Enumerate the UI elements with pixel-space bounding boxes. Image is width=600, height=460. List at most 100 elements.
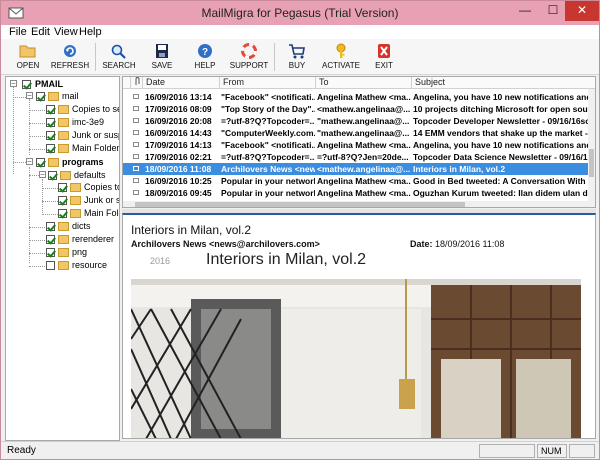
- status-bar: Ready NUM: [1, 441, 599, 459]
- expand-toggle[interactable]: –: [26, 158, 33, 165]
- mail-preview-pane: Interiors in Milan, vol.2 Archilovers Ne…: [122, 213, 596, 439]
- mail-status-icon: [133, 94, 139, 99]
- column-header-date[interactable]: Date: [143, 77, 220, 89]
- preview-subject: Interiors in Milan, vol.2: [131, 223, 252, 237]
- title-bar[interactable]: MailMigra for Pegasus (Trial Version) — …: [1, 1, 599, 25]
- folder-icon: [58, 261, 69, 270]
- app-window: MailMigra for Pegasus (Trial Version) — …: [0, 0, 600, 460]
- checkbox[interactable]: [58, 196, 67, 205]
- open-button[interactable]: OPEN: [7, 41, 49, 73]
- refresh-label: REFRESH: [50, 61, 90, 70]
- menu-help[interactable]: Help: [79, 26, 102, 38]
- support-label: SUPPORT: [229, 61, 269, 70]
- checkbox[interactable]: [58, 183, 67, 192]
- folder-tree: – PMAIL – mail Copies to self imc-3e9: [5, 76, 120, 441]
- refresh-button[interactable]: REFRESH: [49, 41, 91, 73]
- checkbox[interactable]: [46, 144, 55, 153]
- search-label: SEARCH: [102, 61, 136, 70]
- mail-row[interactable]: 16/09/2016 10:25 Popular in your network…: [123, 175, 589, 187]
- checkbox[interactable]: [58, 209, 67, 218]
- buy-button[interactable]: BUY: [276, 41, 318, 73]
- folder-icon: [58, 131, 69, 140]
- mail-row[interactable]: 17/09/2016 02:21 =?utf-8?Q?Topcoder=... …: [123, 151, 589, 163]
- save-button[interactable]: SAVE: [141, 41, 183, 73]
- attachment-icon: [135, 77, 140, 85]
- mail-list-header: Date From To Subject: [123, 77, 595, 89]
- menu-edit[interactable]: Edit: [31, 26, 50, 38]
- activate-button[interactable]: ACTIVATE: [320, 41, 362, 73]
- checkbox[interactable]: [46, 222, 55, 231]
- maximize-button[interactable]: ☐: [539, 1, 567, 21]
- buy-label: BUY: [288, 61, 306, 70]
- status-panel-empty: [569, 444, 595, 458]
- checkbox[interactable]: [46, 131, 55, 140]
- save-icon: [156, 44, 168, 58]
- mail-row[interactable]: 16/09/2016 14:43 "ComputerWeekly.com... …: [123, 127, 589, 139]
- menu-file[interactable]: File: [9, 26, 27, 38]
- scroll-thumb[interactable]: [135, 202, 465, 207]
- mail-row[interactable]: 18/09/2016 09:45 Popular in your network…: [123, 187, 588, 199]
- svg-text:?: ?: [202, 47, 208, 58]
- mail-status-icon: [133, 142, 139, 147]
- mail-status-icon: [133, 154, 139, 159]
- search-button[interactable]: SEARCH: [98, 41, 140, 73]
- checkbox[interactable]: [22, 80, 31, 89]
- mail-status-icon: [133, 166, 139, 171]
- toolbar: OPEN REFRESH SEARCH SAVE ? HELP SUPPORT …: [1, 39, 599, 75]
- checkbox[interactable]: [46, 248, 55, 257]
- expand-toggle[interactable]: –: [26, 92, 33, 99]
- mail-status-icon: [133, 178, 139, 183]
- close-button[interactable]: ✕: [565, 1, 599, 21]
- mail-list-vertical-scrollbar[interactable]: [588, 89, 595, 207]
- folder-icon: [48, 92, 59, 101]
- checkbox[interactable]: [46, 118, 55, 127]
- column-header-flag[interactable]: [131, 77, 143, 89]
- scroll-thumb[interactable]: [589, 149, 594, 177]
- mail-row[interactable]: 17/09/2016 14:13 "Facebook" <notificati.…: [123, 139, 589, 151]
- checkbox[interactable]: [36, 158, 45, 167]
- expand-toggle[interactable]: –: [10, 80, 17, 87]
- exit-button[interactable]: EXIT: [363, 41, 405, 73]
- folder-icon: [58, 144, 69, 153]
- mail-row[interactable]: 16/09/2016 13:14 "Facebook" <notificati.…: [123, 91, 589, 103]
- status-panel-empty: [479, 444, 535, 458]
- mail-list: Date From To Subject 16/09/2016 13:14 "F…: [122, 76, 596, 208]
- checkbox[interactable]: [46, 235, 55, 244]
- num-lock-indicator: NUM: [537, 444, 567, 458]
- toolbar-separator: [274, 43, 275, 71]
- checkbox[interactable]: [48, 171, 57, 180]
- support-button[interactable]: SUPPORT: [228, 41, 270, 73]
- support-lifebuoy-icon: [241, 43, 257, 59]
- help-label: HELP: [194, 61, 216, 70]
- folder-icon: [58, 235, 69, 244]
- folder-icon: [60, 171, 71, 180]
- mail-list-horizontal-scrollbar[interactable]: [123, 201, 588, 207]
- body-heading: Interiors in Milan, vol.2: [206, 251, 367, 268]
- folder-icon: [58, 105, 69, 114]
- menu-view[interactable]: View: [54, 26, 78, 38]
- folder-icon: [58, 118, 69, 127]
- mail-row[interactable]: 16/09/2016 20:08 =?utf-8?Q?Topcoder=... …: [123, 115, 589, 127]
- column-header-attachment[interactable]: [123, 77, 131, 89]
- window-title: MailMigra for Pegasus (Trial Version): [201, 6, 399, 20]
- preview-date: 18/09/2016 11:08: [435, 239, 505, 249]
- folder-icon: [48, 158, 59, 167]
- column-header-from[interactable]: From: [220, 77, 316, 89]
- mail-status-icon: [133, 106, 139, 111]
- checkbox[interactable]: [46, 105, 55, 114]
- cart-icon: [289, 44, 305, 59]
- expand-toggle[interactable]: –: [39, 171, 46, 178]
- checkbox[interactable]: [46, 261, 55, 270]
- column-header-to[interactable]: To: [316, 77, 412, 89]
- column-header-subject[interactable]: Subject: [412, 77, 595, 89]
- checkbox[interactable]: [36, 92, 45, 101]
- mail-row-selected[interactable]: 18/09/2016 11:08 Archilovers News <new..…: [123, 163, 588, 175]
- mail-row[interactable]: 17/09/2016 08:09 "Top Story of the Day".…: [123, 103, 589, 115]
- minimize-button[interactable]: —: [511, 1, 539, 21]
- save-label: SAVE: [151, 61, 173, 70]
- exit-icon: [378, 44, 390, 58]
- search-icon: [111, 44, 126, 59]
- interior-photo: [131, 279, 581, 438]
- folder-icon: [70, 183, 81, 192]
- help-button[interactable]: ? HELP: [184, 41, 226, 73]
